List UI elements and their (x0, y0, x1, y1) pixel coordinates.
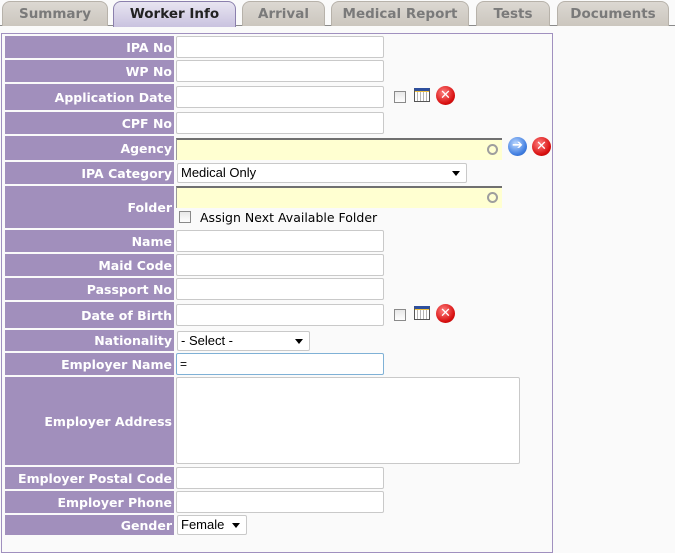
row-cpf-no: CPF No (5, 112, 545, 134)
folder-label: Folder (5, 186, 174, 228)
calendar-icon[interactable] (414, 306, 430, 320)
row-gender: Gender Female (5, 515, 545, 535)
ipa-no-input[interactable] (176, 36, 384, 58)
folder-lookup-input[interactable] (176, 186, 502, 208)
employer-address-textarea[interactable] (176, 377, 520, 464)
row-passport-no: Passport No (5, 278, 545, 300)
row-employer-phone: Employer Phone (5, 491, 545, 513)
lookup-ring-icon (487, 192, 498, 203)
calendar-icon[interactable] (414, 88, 430, 102)
tab-summary[interactable]: Summary (2, 1, 108, 26)
row-maid-code: Maid Code (5, 254, 545, 276)
nationality-value: - Select - (181, 333, 234, 348)
cpf-no-input[interactable] (176, 112, 384, 134)
assign-folder-label: Assign Next Available Folder (200, 210, 378, 225)
employer-phone-input[interactable] (176, 491, 384, 513)
gender-value: Female (181, 517, 225, 532)
gender-select[interactable]: Female (177, 515, 247, 535)
row-employer-address: Employer Address (5, 377, 545, 465)
tab-tests[interactable]: Tests (476, 1, 550, 26)
wp-no-input[interactable] (176, 60, 384, 82)
ipa-category-select[interactable]: Medical Only (177, 163, 467, 183)
passport-no-input[interactable] (176, 278, 384, 300)
chevron-down-icon (232, 523, 240, 528)
lookup-ring-icon (487, 144, 498, 155)
clear-icon[interactable]: ✕ (436, 304, 455, 323)
nationality-label: Nationality (5, 330, 174, 351)
name-input[interactable] (176, 230, 384, 252)
date-of-birth-input[interactable] (176, 304, 384, 326)
employer-name-label: Employer Name (5, 353, 174, 375)
tab-documents[interactable]: Documents (557, 1, 669, 26)
date-of-birth-label: Date of Birth (5, 302, 174, 328)
agency-label: Agency (5, 136, 174, 160)
worker-info-panel: IPA No WP No Application Date ✕ CPF No A… (1, 33, 553, 553)
clear-icon[interactable]: ✕ (532, 137, 551, 156)
application-date-label: Application Date (5, 84, 174, 110)
agency-lookup-input[interactable] (176, 138, 502, 160)
maid-code-label: Maid Code (5, 254, 174, 276)
row-application-date: Application Date ✕ (5, 84, 545, 110)
clear-icon[interactable]: ✕ (436, 86, 455, 105)
row-name: Name (5, 230, 545, 252)
chevron-down-icon (452, 171, 460, 176)
ipa-category-label: IPA Category (5, 162, 174, 184)
tab-bar: Summary Worker Info Arrival Medical Repo… (0, 0, 675, 27)
row-ipa-category: IPA Category Medical Only (5, 162, 545, 184)
ipa-category-value: Medical Only (181, 165, 257, 180)
row-wp-no: WP No (5, 60, 545, 82)
gender-label: Gender (5, 515, 174, 535)
row-date-of-birth: Date of Birth ✕ (5, 302, 545, 328)
passport-no-label: Passport No (5, 278, 174, 300)
name-label: Name (5, 230, 174, 252)
cpf-no-label: CPF No (5, 112, 174, 134)
arrow-right-circle-icon[interactable]: ➔ (508, 137, 527, 156)
tab-worker-info[interactable]: Worker Info (113, 1, 236, 27)
employer-name-input[interactable] (176, 353, 384, 375)
chevron-down-icon (295, 339, 303, 344)
employer-postal-code-label: Employer Postal Code (5, 467, 174, 489)
row-nationality: Nationality - Select - (5, 330, 545, 351)
tab-arrival[interactable]: Arrival (242, 1, 325, 26)
assign-folder-checkbox[interactable] (179, 211, 191, 223)
date-of-birth-checkbox[interactable] (394, 309, 406, 321)
employer-address-label: Employer Address (5, 377, 174, 465)
application-date-input[interactable] (176, 86, 384, 108)
nationality-select[interactable]: - Select - (177, 331, 310, 351)
row-ipa-no: IPA No (5, 36, 545, 58)
row-agency: Agency ➔ ✕ (5, 136, 551, 160)
row-employer-name: Employer Name (5, 353, 545, 375)
ipa-no-label: IPA No (5, 36, 174, 58)
row-folder: Folder Assign Next Available Folder (5, 186, 545, 228)
tab-medical-report[interactable]: Medical Report (331, 1, 469, 26)
employer-phone-label: Employer Phone (5, 491, 174, 513)
application-date-checkbox[interactable] (394, 91, 406, 103)
wp-no-label: WP No (5, 60, 174, 82)
employer-postal-code-input[interactable] (176, 467, 384, 489)
row-employer-postal-code: Employer Postal Code (5, 467, 545, 489)
maid-code-input[interactable] (176, 254, 384, 276)
